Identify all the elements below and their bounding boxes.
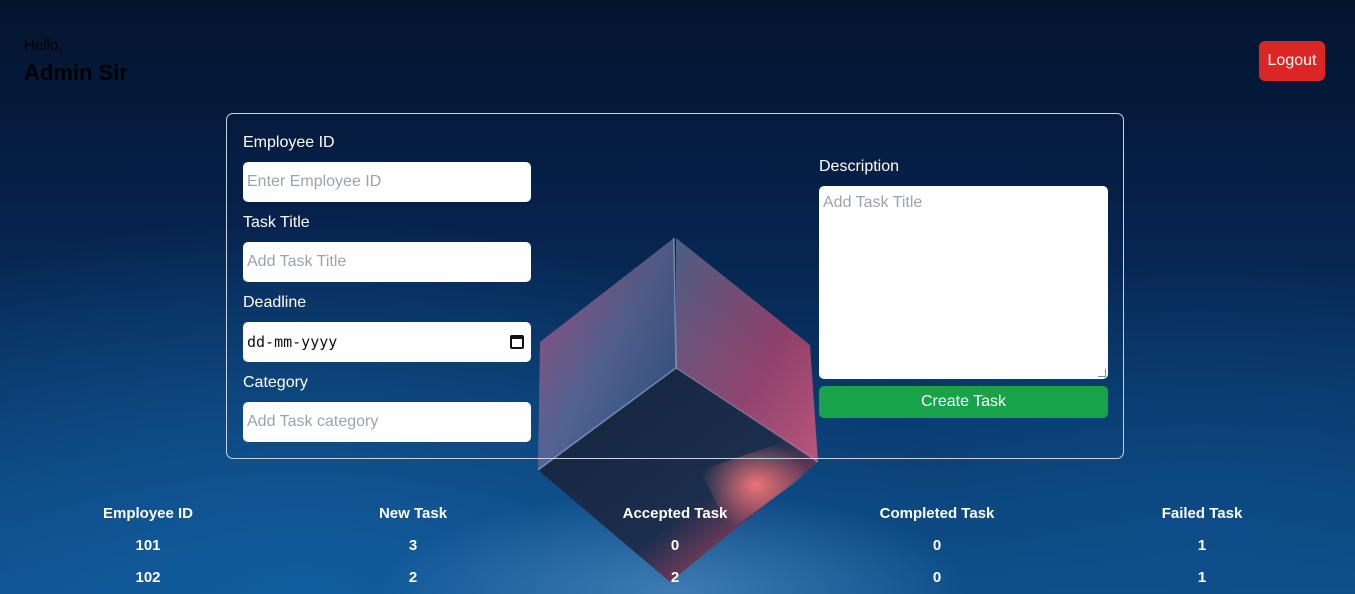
employee-task-stats: Employee ID New Task Accepted Task Compl… [0,497,1355,593]
greeting-text: Hello, [24,37,63,54]
stats-cell: 0 [932,568,942,586]
logout-button[interactable]: Logout [1259,41,1325,81]
stats-header-cell: New Task [378,504,448,522]
employee-id-input[interactable]: Enter Employee ID [243,162,531,202]
stats-cell: 2 [408,568,418,586]
resize-grip-icon[interactable] [1098,369,1106,377]
stats-cell: 0 [670,536,680,554]
stats-cell: 102 [135,568,161,586]
task-title-label: Task Title [243,214,310,231]
stats-header-cell: Completed Task [879,504,995,522]
stats-header-cell: Employee ID [102,504,194,522]
deadline-date-input[interactable]: dd-mm-yyyy [243,322,531,362]
stats-row: 101 3 0 0 1 [0,529,1355,561]
description-textarea[interactable]: Add Task Title [819,186,1108,379]
stats-header-cell: Failed Task [1161,504,1243,522]
stats-cell: 2 [670,568,680,586]
description-placeholder: Add Task Title [823,194,923,211]
stats-header-row: Employee ID New Task Accepted Task Compl… [0,497,1355,529]
deadline-value: dd-mm-yyyy [247,333,338,351]
category-input[interactable]: Add Task category [243,402,531,442]
task-title-placeholder: Add Task Title [247,253,347,270]
employee-id-label: Employee ID [243,134,335,151]
stats-cell: 1 [1197,536,1207,554]
task-title-input[interactable]: Add Task Title [243,242,531,282]
user-name: Admin Sir [24,60,128,85]
stats-cell: 3 [408,536,418,554]
create-task-button[interactable]: Create Task [819,386,1108,418]
category-placeholder: Add Task category [247,413,379,430]
stats-cell: 1 [1197,568,1207,586]
stats-row: 102 2 2 0 1 [0,561,1355,593]
greeting-block: Hello, Admin Sir [24,37,128,86]
stats-cell: 101 [135,536,161,554]
stats-cell: 0 [932,536,942,554]
description-label: Description [819,158,900,175]
deadline-label: Deadline [243,294,307,311]
category-label: Category [243,374,308,391]
stats-header-cell: Accepted Task [622,504,728,522]
calendar-icon[interactable] [510,335,524,349]
employee-id-placeholder: Enter Employee ID [247,173,382,190]
create-task-form: Employee ID Enter Employee ID Task Title… [226,113,1124,459]
